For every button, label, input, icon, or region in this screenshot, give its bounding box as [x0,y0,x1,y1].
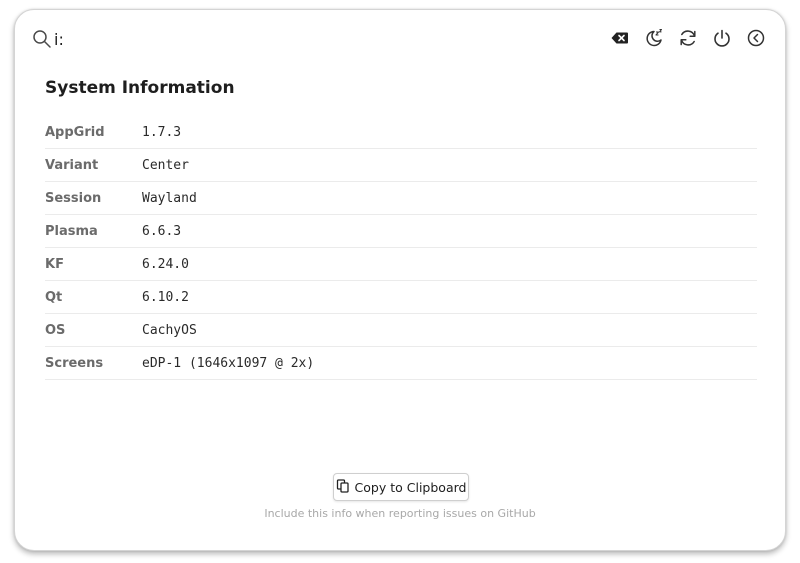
info-row-qt: Qt 6.10.2 [45,281,757,314]
info-key: Screens [45,356,104,371]
sleep-moon-icon[interactable] [643,27,665,49]
system-info-table: AppGrid 1.7.3 Variant Center Session Way… [45,116,757,380]
search-bar [15,10,785,68]
info-value: eDP-1 (1646x1097 @ 2x) [142,356,315,371]
info-value: Center [142,158,189,173]
info-row-session: Session Wayland [45,182,757,215]
toolbar [609,27,767,49]
copy-to-clipboard-button[interactable]: Copy to Clipboard [333,473,469,501]
info-key: KF [45,257,64,272]
info-key: Variant [45,158,99,173]
info-row-kf: KF 6.24.0 [45,248,757,281]
info-value: 6.6.3 [142,224,182,239]
launcher-window: System Information AppGrid 1.7.3 Variant… [14,9,786,551]
info-value: Wayland [142,191,197,206]
info-value: 1.7.3 [142,125,182,140]
refresh-icon[interactable] [677,27,699,49]
info-key: OS [45,323,66,338]
info-key: AppGrid [45,125,105,140]
clipboard-icon [336,478,350,497]
info-row-os: OS CachyOS [45,314,757,347]
info-row-screens: Screens eDP-1 (1646x1097 @ 2x) [45,347,757,380]
hint-text: Include this info when reporting issues … [264,507,536,520]
search-icon [32,29,52,49]
page-title: System Information [45,78,235,98]
info-value: 6.24.0 [142,257,189,272]
clear-backspace-icon[interactable] [609,27,631,49]
info-row-variant: Variant Center [45,149,757,182]
info-value: CachyOS [142,323,197,338]
copy-button-label: Copy to Clipboard [354,479,467,495]
info-value: 6.10.2 [142,290,189,305]
power-icon[interactable] [711,27,733,49]
info-key: Plasma [45,224,98,239]
info-key: Qt [45,290,63,305]
info-key: Session [45,191,102,206]
info-row-appgrid: AppGrid 1.7.3 [45,116,757,149]
info-row-plasma: Plasma 6.6.3 [45,215,757,248]
back-icon[interactable] [745,27,767,49]
search-input[interactable] [54,26,554,52]
